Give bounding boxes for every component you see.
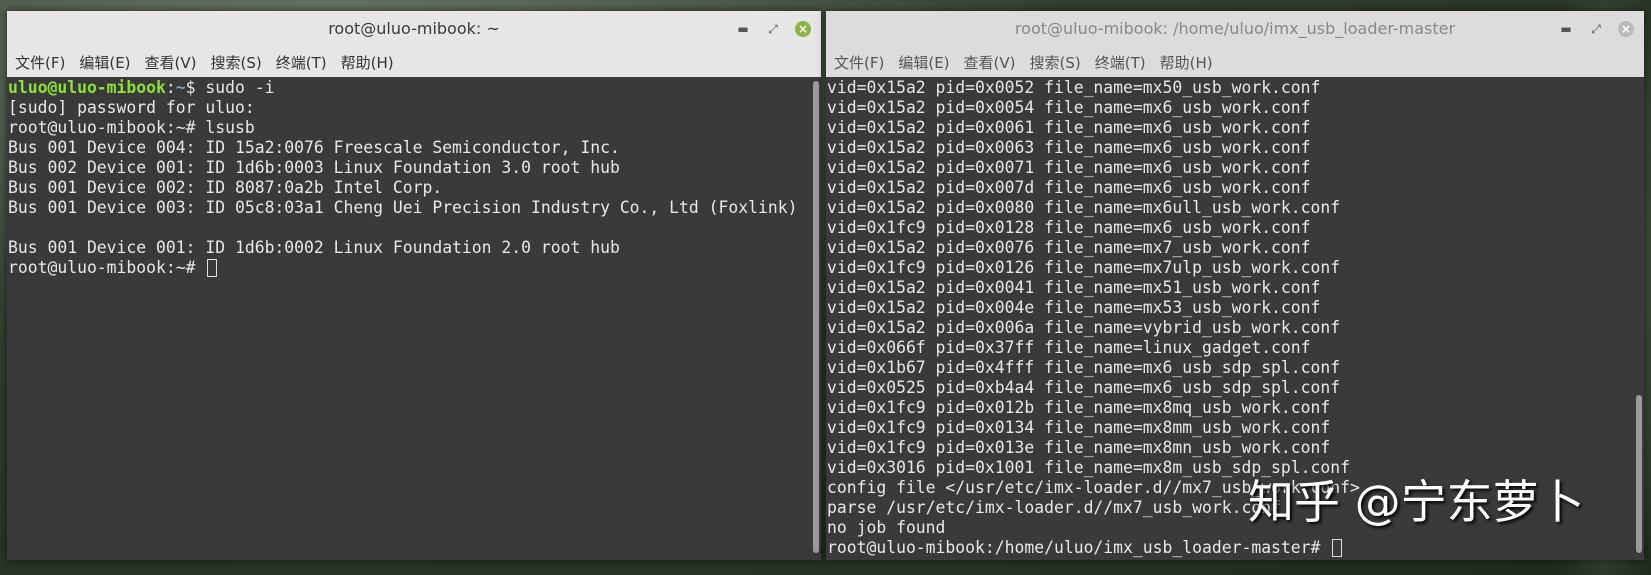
prompt-text: root@uluo-mibook:/home/uluo/imx_usb_load… xyxy=(827,538,1331,557)
terminal-line: vid=0x15a2 pid=0x0041 file_name=mx51_usb… xyxy=(827,278,1321,297)
text-cursor xyxy=(207,259,218,277)
terminal-line: vid=0x15a2 pid=0x0080 file_name=mx6ull_u… xyxy=(827,198,1341,217)
close-icon[interactable]: × xyxy=(1618,21,1634,37)
title-bar[interactable]: root@uluo-mibook: /home/uluo/imx_usb_loa… xyxy=(826,11,1644,47)
text-cursor xyxy=(1332,539,1343,557)
scrollbar[interactable] xyxy=(1636,395,1642,553)
menu-terminal[interactable]: 终端(T) xyxy=(1095,52,1146,73)
terminal-line: Bus 001 Device 001: ID 1d6b:0002 Linux F… xyxy=(8,238,620,257)
menu-help[interactable]: 帮助(H) xyxy=(1160,52,1213,73)
terminal-line: vid=0x1fc9 pid=0x013e file_name=mx8mn_us… xyxy=(827,438,1331,457)
terminal-line: vid=0x15a2 pid=0x006a file_name=vybrid_u… xyxy=(827,318,1341,337)
menu-search[interactable]: 搜索(S) xyxy=(211,52,262,73)
terminal-window-root-home[interactable]: root@uluo-mibook: ~ ▬ ⤢ × 文件(F) 编辑(E) 查看… xyxy=(7,11,821,560)
terminal-line: vid=0x1fc9 pid=0x0134 file_name=mx8mm_us… xyxy=(827,418,1331,437)
terminal-line: Bus 001 Device 003: ID 05c8:03a1 Cheng U… xyxy=(8,198,798,217)
terminal-output[interactable]: uluo@uluo-mibook:~$ sudo -i [sudo] passw… xyxy=(7,77,821,560)
terminal-line: Bus 001 Device 004: ID 15a2:0076 Freesca… xyxy=(8,138,620,157)
menu-search[interactable]: 搜索(S) xyxy=(1030,52,1081,73)
terminal-line: Bus 002 Device 001: ID 1d6b:0003 Linux F… xyxy=(8,158,620,177)
menu-file[interactable]: 文件(F) xyxy=(834,52,884,73)
zhihu-watermark: 知乎 @宁东萝卜 xyxy=(1248,475,1585,529)
prompt-user: uluo@uluo-mibook xyxy=(8,78,166,97)
terminal-line: vid=0x15a2 pid=0x007d file_name=mx6_usb_… xyxy=(827,178,1311,197)
minimize-icon[interactable]: ▬ xyxy=(1558,21,1574,37)
maximize-icon[interactable]: ⤢ xyxy=(1588,21,1604,37)
terminal-line: [sudo] password for uluo: xyxy=(8,98,255,117)
terminal-line: Bus 001 Device 002: ID 8087:0a2b Intel C… xyxy=(8,178,443,197)
terminal-line: vid=0x15a2 pid=0x0052 file_name=mx50_usb… xyxy=(827,78,1321,97)
menu-help[interactable]: 帮助(H) xyxy=(341,52,394,73)
close-icon[interactable]: × xyxy=(795,21,811,37)
menu-edit[interactable]: 编辑(E) xyxy=(898,52,949,73)
terminal-line: vid=0x15a2 pid=0x0076 file_name=mx7_usb_… xyxy=(827,238,1311,257)
menu-file[interactable]: 文件(F) xyxy=(15,52,65,73)
terminal-line: vid=0x15a2 pid=0x0054 file_name=mx6_usb_… xyxy=(827,98,1311,117)
scrollbar[interactable] xyxy=(813,81,819,553)
menu-view[interactable]: 查看(V) xyxy=(145,52,197,73)
menu-bar: 文件(F) 编辑(E) 查看(V) 搜索(S) 终端(T) 帮助(H) xyxy=(7,47,821,77)
terminal-line: vid=0x15a2 pid=0x0071 file_name=mx6_usb_… xyxy=(827,158,1311,177)
maximize-icon[interactable]: ⤢ xyxy=(765,21,781,37)
terminal-line: vid=0x15a2 pid=0x0063 file_name=mx6_usb_… xyxy=(827,138,1311,157)
terminal-line: vid=0x1fc9 pid=0x0126 file_name=mx7ulp_u… xyxy=(827,258,1341,277)
window-title: root@uluo-mibook: ~ xyxy=(328,19,500,38)
terminal-line: vid=0x15a2 pid=0x0061 file_name=mx6_usb_… xyxy=(827,118,1311,137)
menu-bar: 文件(F) 编辑(E) 查看(V) 搜索(S) 终端(T) 帮助(H) xyxy=(826,47,1644,77)
menu-terminal[interactable]: 终端(T) xyxy=(276,52,327,73)
terminal-line: root@uluo-mibook:~# lsusb xyxy=(8,118,255,137)
menu-view[interactable]: 查看(V) xyxy=(964,52,1016,73)
minimize-icon[interactable]: ▬ xyxy=(735,21,751,37)
terminal-line: vid=0x0525 pid=0xb4a4 file_name=mx6_usb_… xyxy=(827,378,1341,397)
prompt-text: root@uluo-mibook:~# xyxy=(8,258,206,277)
terminal-line: uluo@uluo-mibook:~$ sudo -i xyxy=(8,78,275,97)
terminal-line: vid=0x15a2 pid=0x004e file_name=mx53_usb… xyxy=(827,298,1321,317)
title-bar[interactable]: root@uluo-mibook: ~ ▬ ⤢ × xyxy=(7,11,821,47)
prompt-path: ~ xyxy=(175,78,186,97)
terminal-line: vid=0x1b67 pid=0x4fff file_name=mx6_usb_… xyxy=(827,358,1341,377)
terminal-line: root@uluo-mibook:/home/uluo/imx_usb_load… xyxy=(827,538,1644,558)
command-text: $ sudo -i xyxy=(185,78,275,97)
terminal-line: vid=0x066f pid=0x37ff file_name=linux_ga… xyxy=(827,338,1311,357)
terminal-line: vid=0x1fc9 pid=0x0128 file_name=mx6_usb_… xyxy=(827,218,1311,237)
terminal-line: vid=0x1fc9 pid=0x012b file_name=mx8mq_us… xyxy=(827,398,1331,417)
menu-edit[interactable]: 编辑(E) xyxy=(79,52,130,73)
window-title: root@uluo-mibook: /home/uluo/imx_usb_loa… xyxy=(1014,19,1456,38)
terminal-line: root@uluo-mibook:~# xyxy=(8,258,821,278)
